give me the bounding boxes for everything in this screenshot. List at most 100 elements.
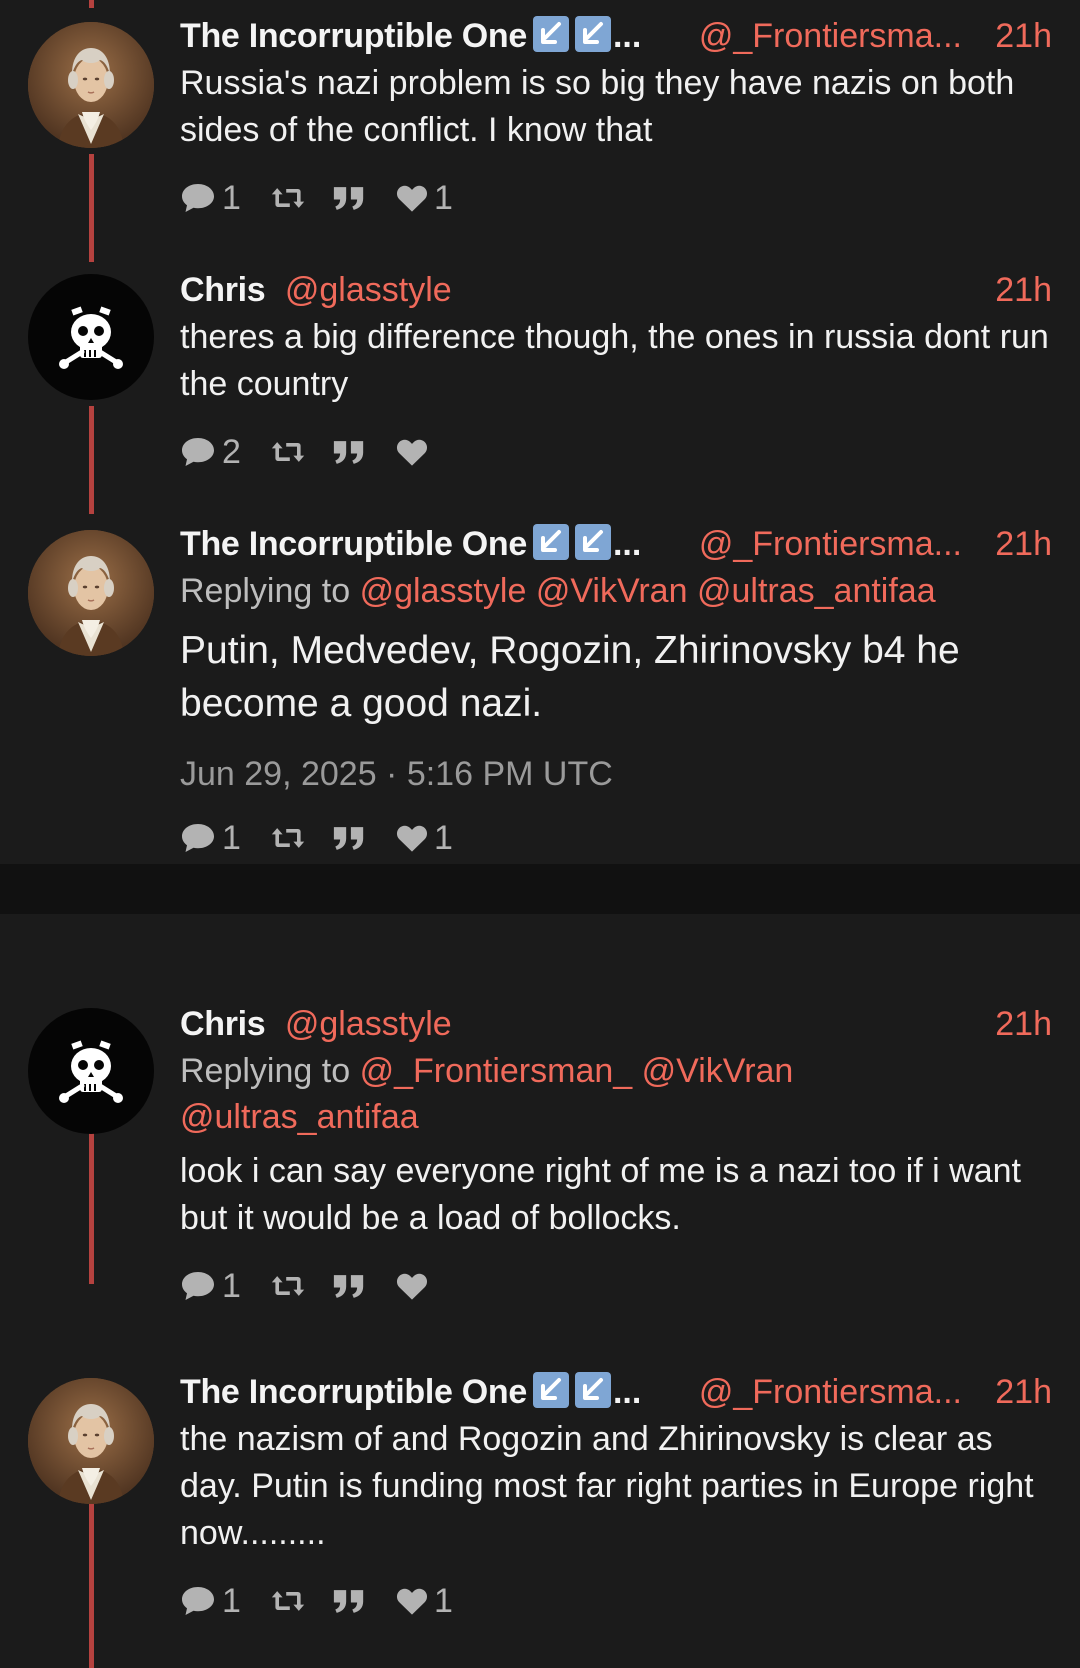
post-time[interactable]: 21h xyxy=(995,1002,1052,1046)
retweet-icon xyxy=(270,438,306,466)
display-name[interactable]: The Incorruptible One xyxy=(180,17,527,55)
heart-icon xyxy=(396,1272,428,1301)
post-date[interactable]: Jun 29, 2025 · 5:16 PM UTC xyxy=(180,752,1052,796)
mention-link[interactable]: @VikVran xyxy=(642,1052,794,1090)
like-button[interactable]: 1 xyxy=(396,176,453,220)
heart-icon xyxy=(396,438,428,467)
post-header: Chris @glasstyle 21h xyxy=(180,268,1052,312)
post-actions: 1 1 xyxy=(180,816,1052,860)
user-handle[interactable]: @_Frontiersma... xyxy=(699,522,962,566)
display-name[interactable]: The Incorruptible One xyxy=(180,525,527,563)
verified-badge-icon xyxy=(532,524,569,560)
retweet-icon xyxy=(270,1272,306,1300)
name-ellipsis: ... xyxy=(612,525,642,563)
post-time[interactable]: 21h xyxy=(995,14,1052,58)
mention-link[interactable]: @VikVran xyxy=(536,572,688,610)
reply-count: 1 xyxy=(222,178,241,217)
user-handle[interactable]: @_Frontiersma... xyxy=(699,14,962,58)
display-name[interactable]: The Incorruptible One xyxy=(180,1373,527,1411)
post-text: theres a big difference though, the ones… xyxy=(180,318,1049,403)
reply-icon xyxy=(180,822,216,854)
reply-icon xyxy=(180,182,216,214)
display-name[interactable]: Chris xyxy=(180,1005,266,1043)
verified-badge-icon xyxy=(532,16,569,52)
reply-count: 2 xyxy=(222,432,241,471)
post-actions: 2 xyxy=(180,430,1052,474)
post-time[interactable]: 21h xyxy=(995,522,1052,566)
quote-button[interactable] xyxy=(332,1264,366,1308)
post-time[interactable]: 21h xyxy=(995,268,1052,312)
quote-icon xyxy=(332,825,366,852)
name-ellipsis: ... xyxy=(612,17,642,55)
thread-connector-line xyxy=(89,0,94,8)
user-handle[interactable]: @glasstyle xyxy=(285,271,452,309)
quote-icon xyxy=(332,185,366,212)
verified-badge-icon xyxy=(574,1372,611,1408)
retweet-icon xyxy=(270,184,306,212)
quote-button[interactable] xyxy=(332,816,366,860)
retweet-button[interactable] xyxy=(270,1264,306,1308)
thread-connector-line xyxy=(89,406,94,514)
reply-button[interactable]: 1 xyxy=(180,176,241,220)
replying-to: Replying to @_Frontiersman_ @VikVran @ul… xyxy=(180,1048,1052,1140)
like-count: 1 xyxy=(434,1581,453,1620)
post-text: the nazism of and Rogozin and Zhirinovsk… xyxy=(180,1420,1034,1552)
retweet-button[interactable] xyxy=(270,816,306,860)
name-ellipsis: ... xyxy=(612,1373,642,1411)
mention-link[interactable]: @_Frontiersman_ xyxy=(360,1052,633,1090)
mention-link[interactable]: @ultras_antifaa xyxy=(697,572,936,610)
mention-link[interactable]: @ultras_antifaa xyxy=(180,1098,419,1136)
verified-badge-icon xyxy=(532,1372,569,1408)
replying-to-label: Replying to xyxy=(180,572,351,610)
reply-button[interactable]: 2 xyxy=(180,430,241,474)
post-text: Russia's nazi problem is so big they hav… xyxy=(180,64,1015,149)
reply-icon xyxy=(180,1270,216,1302)
reply-count: 1 xyxy=(222,1266,241,1305)
retweet-icon xyxy=(270,1587,306,1615)
quote-icon xyxy=(332,1588,366,1615)
heart-icon xyxy=(396,1587,428,1616)
quote-button[interactable] xyxy=(332,430,366,474)
avatar[interactable] xyxy=(28,530,154,656)
user-handle[interactable]: @_Frontiersma... xyxy=(699,1370,962,1414)
reply-button[interactable]: 1 xyxy=(180,1579,241,1623)
like-button[interactable] xyxy=(396,1264,428,1308)
avatar[interactable] xyxy=(28,1378,154,1504)
like-button[interactable]: 1 xyxy=(396,816,453,860)
like-button[interactable] xyxy=(396,430,428,474)
quote-button[interactable] xyxy=(332,1579,366,1623)
heart-icon xyxy=(396,184,428,213)
avatar[interactable] xyxy=(28,274,154,400)
post-header: The Incorruptible One... @_Frontiersma..… xyxy=(180,522,1052,566)
like-count: 1 xyxy=(434,818,453,857)
post-header: The Incorruptible One... @_Frontiersma..… xyxy=(180,1370,1052,1414)
quote-icon xyxy=(332,439,366,466)
verified-badge-icon xyxy=(574,16,611,52)
post-text: Putin, Medvedev, Rogozin, Zhirinovsky b4… xyxy=(180,629,960,725)
post-header: The Incorruptible One... @_Frontiersma..… xyxy=(180,14,1052,58)
heart-icon xyxy=(396,824,428,853)
retweet-button[interactable] xyxy=(270,430,306,474)
post-time[interactable]: 21h xyxy=(995,1370,1052,1414)
like-button[interactable]: 1 xyxy=(396,1579,453,1623)
mention-link[interactable]: @glasstyle xyxy=(360,572,527,610)
quote-button[interactable] xyxy=(332,176,366,220)
reply-button[interactable]: 1 xyxy=(180,1264,241,1308)
avatar[interactable] xyxy=(28,22,154,148)
reply-button[interactable]: 1 xyxy=(180,816,241,860)
avatar[interactable] xyxy=(28,1008,154,1134)
thread-separator xyxy=(0,864,1080,914)
thread-connector-line xyxy=(89,154,94,262)
post-text: look i can say everyone right of me is a… xyxy=(180,1152,1021,1237)
post-header: Chris @glasstyle 21h xyxy=(180,1002,1052,1046)
retweet-button[interactable] xyxy=(270,1579,306,1623)
display-name[interactable]: Chris xyxy=(180,271,266,309)
retweet-button[interactable] xyxy=(270,176,306,220)
reply-icon xyxy=(180,436,216,468)
post-actions: 1 1 xyxy=(180,176,1052,220)
replying-to-label: Replying to xyxy=(180,1052,351,1090)
user-handle[interactable]: @glasstyle xyxy=(285,1005,452,1043)
post-actions: 1 xyxy=(180,1264,1052,1308)
reply-count: 1 xyxy=(222,818,241,857)
retweet-icon xyxy=(270,824,306,852)
